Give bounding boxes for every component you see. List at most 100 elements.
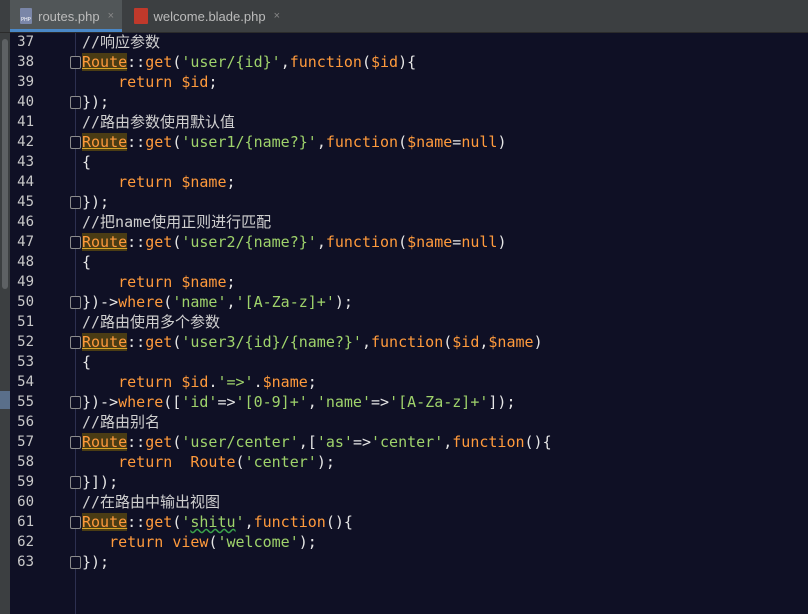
tab-routes-php[interactable]: routes.php × (10, 0, 122, 32)
code-line[interactable]: 37 //响应参数 (0, 32, 808, 52)
code-line[interactable]: 56 //路由别名 (0, 412, 808, 432)
code-line[interactable]: 44 return $name; (0, 172, 808, 192)
code-token: shitu (190, 513, 236, 531)
code-line[interactable]: 41 //路由参数使用默认值 (0, 112, 808, 132)
line-number: 44 (17, 174, 34, 190)
close-icon[interactable]: × (274, 10, 280, 22)
code-token: ( (235, 453, 245, 471)
code-line[interactable]: 55})->where(['id'=>'[0-9]+','name'=>'[A-… (0, 392, 808, 412)
code-token: 'user/center' (181, 433, 299, 451)
code-token: return (118, 173, 182, 191)
fold-marker-icon[interactable] (70, 396, 81, 409)
code-line[interactable]: 51 //路由使用多个参数 (0, 312, 808, 332)
fold-marker-icon[interactable] (70, 236, 81, 249)
code-token: 'user2/{name?}' (181, 233, 317, 251)
code-token: , (280, 53, 290, 71)
fold-marker-icon[interactable] (70, 56, 81, 69)
code-text: Route::get('user1/{name?}',function($nam… (82, 132, 506, 152)
code-token: , (443, 433, 453, 451)
code-token: ); (316, 453, 335, 471)
line-number: 47 (17, 234, 34, 250)
line-number: 57 (17, 434, 34, 450)
code-line[interactable]: 59}]); (0, 472, 808, 492)
code-token: function (325, 233, 399, 251)
code-text: return view('welcome'); (82, 532, 317, 552)
fold-marker-icon[interactable] (70, 556, 81, 569)
code-line[interactable]: 62 return view('welcome'); (0, 532, 808, 552)
code-token: , (361, 333, 371, 351)
fold-marker-icon[interactable] (70, 296, 81, 309)
line-number: 41 (17, 114, 34, 130)
code-text: return $id.'=>'.$name; (82, 372, 317, 392)
code-token: }); (82, 193, 110, 211)
code-token: '[A-Za-z]+' (389, 393, 489, 411)
fold-marker-icon[interactable] (70, 436, 81, 449)
code-line[interactable]: 50})->where('name','[A-Za-z]+'); (0, 292, 808, 312)
fold-marker-icon[interactable] (70, 196, 81, 209)
code-token: get (145, 513, 173, 531)
code-token: })-> (82, 393, 119, 411)
code-token: null (461, 233, 498, 251)
code-token: ]); (488, 393, 516, 411)
code-token: $id (181, 373, 209, 391)
code-line[interactable]: 52 Route::get('user3/{id}/{name?}',functi… (0, 332, 808, 352)
code-token: Route (82, 233, 128, 251)
code-line[interactable]: 47 Route::get('user2/{name?}',function($n… (0, 232, 808, 252)
code-token: , (316, 233, 326, 251)
fold-marker-icon[interactable] (70, 336, 81, 349)
code-token: $name (181, 273, 227, 291)
fold-marker-icon[interactable] (70, 96, 81, 109)
code-token: $name (407, 133, 453, 151)
fold-marker-icon[interactable] (70, 136, 81, 149)
code-line[interactable]: 46 //把name使用正则进行匹配 (0, 212, 808, 232)
code-token: //路由参数使用默认值 (82, 113, 236, 131)
code-line[interactable]: 53 { (0, 352, 808, 372)
code-line[interactable]: 60 //在路由中输出视图 (0, 492, 808, 512)
code-line[interactable]: 63}); (0, 552, 808, 572)
code-text: { (82, 252, 91, 272)
code-line[interactable]: 48 { (0, 252, 808, 272)
code-line[interactable]: 61 Route::get('shitu',function(){ (0, 512, 808, 532)
tab-label: welcome.blade.php (153, 8, 266, 24)
line-number: 45 (17, 194, 34, 210)
code-line[interactable]: 54 return $id.'=>'.$name; (0, 372, 808, 392)
code-token: 'name' (316, 393, 371, 411)
code-token: ; (307, 373, 317, 391)
code-line[interactable]: 42 Route::get('user1/{name?}',function($n… (0, 132, 808, 152)
code-line[interactable]: 45}); (0, 192, 808, 212)
code-token: })-> (82, 293, 119, 311)
code-text: Route::get('user3/{id}/{name?}',function… (82, 332, 543, 352)
code-line[interactable]: 43 { (0, 152, 808, 172)
code-token: 'user/{id}' (181, 53, 281, 71)
code-line[interactable]: 38 Route::get('user/{id}',function($id){ (0, 52, 808, 72)
code-token: function (289, 53, 362, 71)
line-number: 40 (17, 94, 34, 110)
fold-marker-icon[interactable] (70, 476, 81, 489)
code-text: return $name; (82, 172, 235, 192)
code-token: ( (398, 233, 408, 251)
code-token: ; (208, 73, 218, 91)
code-token: ( (398, 133, 408, 151)
line-number: 58 (17, 454, 34, 470)
code-token: :: (127, 433, 146, 451)
code-line[interactable]: 49 return $name; (0, 272, 808, 292)
code-line[interactable]: 40}); (0, 92, 808, 112)
code-token: :: (127, 233, 146, 251)
code-token: ( (172, 513, 182, 531)
code-text: //路由使用多个参数 (82, 312, 220, 332)
code-token: { (82, 353, 92, 371)
fold-marker-icon[interactable] (70, 516, 81, 529)
code-line[interactable]: 58 return Route('center'); (0, 452, 808, 472)
code-token: ( (361, 53, 371, 71)
tab-welcome-blade[interactable]: welcome.blade.php × (124, 0, 288, 32)
code-line[interactable]: 39 return $id; (0, 72, 808, 92)
line-number: 38 (17, 54, 34, 70)
code-line[interactable]: 57 Route::get('user/center',['as'=>'cente… (0, 432, 808, 452)
code-token: ( (172, 433, 182, 451)
close-icon[interactable]: × (108, 10, 114, 22)
line-number: 49 (17, 274, 34, 290)
code-token: ){ (398, 53, 417, 71)
